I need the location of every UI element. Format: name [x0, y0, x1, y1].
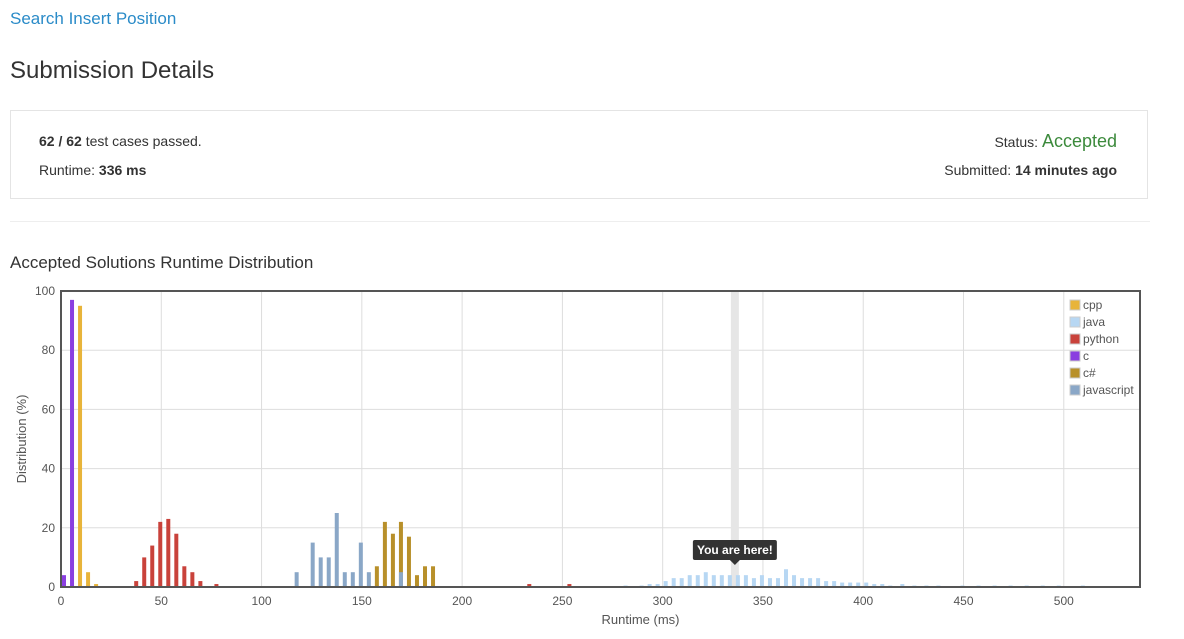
legend-label-java: java — [1082, 315, 1105, 329]
x-tick-label: 300 — [653, 594, 673, 608]
plot-frame — [60, 290, 1141, 588]
x-tick-label: 450 — [953, 594, 973, 608]
runtime-label: Runtime: — [39, 162, 96, 178]
bar-java — [687, 575, 692, 587]
bar-python — [174, 533, 179, 587]
x-tick-label: 50 — [155, 594, 169, 608]
test-cases-passed: 62 / 62 test cases passed. — [39, 133, 202, 149]
runtime-row: Runtime: 336 ms — [39, 162, 146, 178]
problem-title-link[interactable]: Search Insert Position — [10, 9, 176, 29]
x-tick-label: 400 — [853, 594, 873, 608]
bar-python — [182, 566, 187, 587]
bar-c# — [423, 566, 428, 587]
bar-javascript — [350, 572, 355, 587]
bar-python — [158, 521, 163, 587]
legend-swatch-cpp — [1069, 299, 1081, 311]
x-tick-label: 0 — [58, 594, 65, 608]
bar-c# — [382, 521, 387, 587]
x-tick-label: 100 — [252, 594, 272, 608]
divider — [10, 221, 1150, 222]
x-tick-label: 200 — [452, 594, 472, 608]
bar-java — [671, 578, 676, 587]
bar-javascript — [334, 513, 339, 587]
bar-java — [719, 575, 724, 587]
passed-suffix: test cases passed. — [85, 133, 202, 149]
bar-java — [808, 578, 813, 587]
x-tick-label: 350 — [753, 594, 773, 608]
bar-java — [679, 578, 684, 587]
y-tick-label: 20 — [42, 521, 56, 535]
passed-count: 62 — [39, 133, 55, 149]
bar-javascript — [366, 572, 371, 587]
y-tick-label: 60 — [42, 402, 56, 416]
runtime-value: 336 ms — [98, 162, 147, 178]
bar-java — [775, 578, 780, 587]
legend-label-cpp: cpp — [1083, 298, 1103, 312]
x-tick-label: 250 — [552, 594, 572, 608]
bar-java — [703, 572, 708, 587]
bar-c — [70, 299, 75, 587]
bar-javascript — [294, 572, 299, 587]
bar-javascript — [318, 557, 323, 587]
bar-java — [784, 569, 789, 587]
bar-javascript — [358, 542, 363, 587]
bar-c# — [431, 566, 436, 587]
bar-c# — [414, 575, 419, 587]
bar-java — [743, 575, 748, 587]
submitted-label: Submitted: — [944, 162, 1012, 178]
x-axis-label: Runtime (ms) — [601, 612, 679, 627]
bar-javascript — [342, 572, 347, 587]
bar-cpp — [86, 572, 91, 587]
bar-python — [142, 557, 147, 587]
distribution-title: Accepted Solutions Runtime Distribution — [10, 253, 314, 272]
x-tick-label: 500 — [1054, 594, 1074, 608]
y-tick-label: 0 — [48, 580, 55, 594]
legend-swatch-java — [1069, 316, 1081, 328]
bar-java — [816, 578, 821, 587]
bar-java — [759, 575, 764, 587]
page-title: Submission Details — [10, 57, 215, 84]
submission-details-box: 62 / 62 test cases passed. Runtime: 336 … — [10, 110, 1148, 199]
legend-label-python: python — [1083, 332, 1119, 346]
bar-java — [695, 575, 700, 587]
bar-cpp — [78, 305, 83, 587]
legend-label-c#: c# — [1083, 366, 1096, 380]
bar-python — [190, 572, 195, 587]
y-tick-label: 80 — [42, 343, 56, 357]
bar-java — [767, 578, 772, 587]
you-are-here-label: You are here! — [697, 543, 773, 557]
legend-label-c: c — [1083, 349, 1089, 363]
x-tick-label: 150 — [352, 594, 372, 608]
bar-java — [751, 578, 756, 587]
status-label: Status: — [994, 134, 1039, 150]
y-tick-label: 100 — [35, 284, 55, 298]
y-axis-label: Distribution (%) — [14, 395, 29, 484]
bar-python — [166, 518, 171, 587]
bar-python — [150, 545, 155, 587]
bar-c# — [374, 566, 379, 587]
legend-swatch-c# — [1069, 367, 1081, 379]
submitted-row: Submitted: 14 minutes ago — [944, 162, 1117, 178]
total-count: 62 — [66, 133, 82, 149]
legend-swatch-javascript — [1069, 384, 1081, 396]
bar-javascript — [398, 572, 403, 587]
bar-java — [727, 575, 732, 587]
bar-c# — [390, 533, 395, 587]
legend-swatch-c — [1069, 350, 1081, 362]
status-row: Status: Accepted — [994, 131, 1117, 152]
bar-c# — [406, 536, 411, 587]
bar-java — [800, 578, 805, 587]
legend-label-javascript: javascript — [1082, 383, 1134, 397]
legend-swatch-python — [1069, 333, 1081, 345]
bar-javascript — [310, 542, 315, 587]
bar-java — [792, 575, 797, 587]
bar-java — [735, 575, 740, 587]
bar-javascript — [326, 557, 331, 587]
bar-java — [711, 575, 716, 587]
status-value[interactable]: Accepted — [1042, 131, 1117, 151]
bar-c — [62, 575, 66, 587]
runtime-distribution-chart[interactable]: You are here!0 50 100 150 200 250 300 350 400 450… — [0, 280, 1184, 639]
submitted-value: 14 minutes ago — [1015, 162, 1117, 178]
y-tick-label: 40 — [42, 462, 56, 476]
